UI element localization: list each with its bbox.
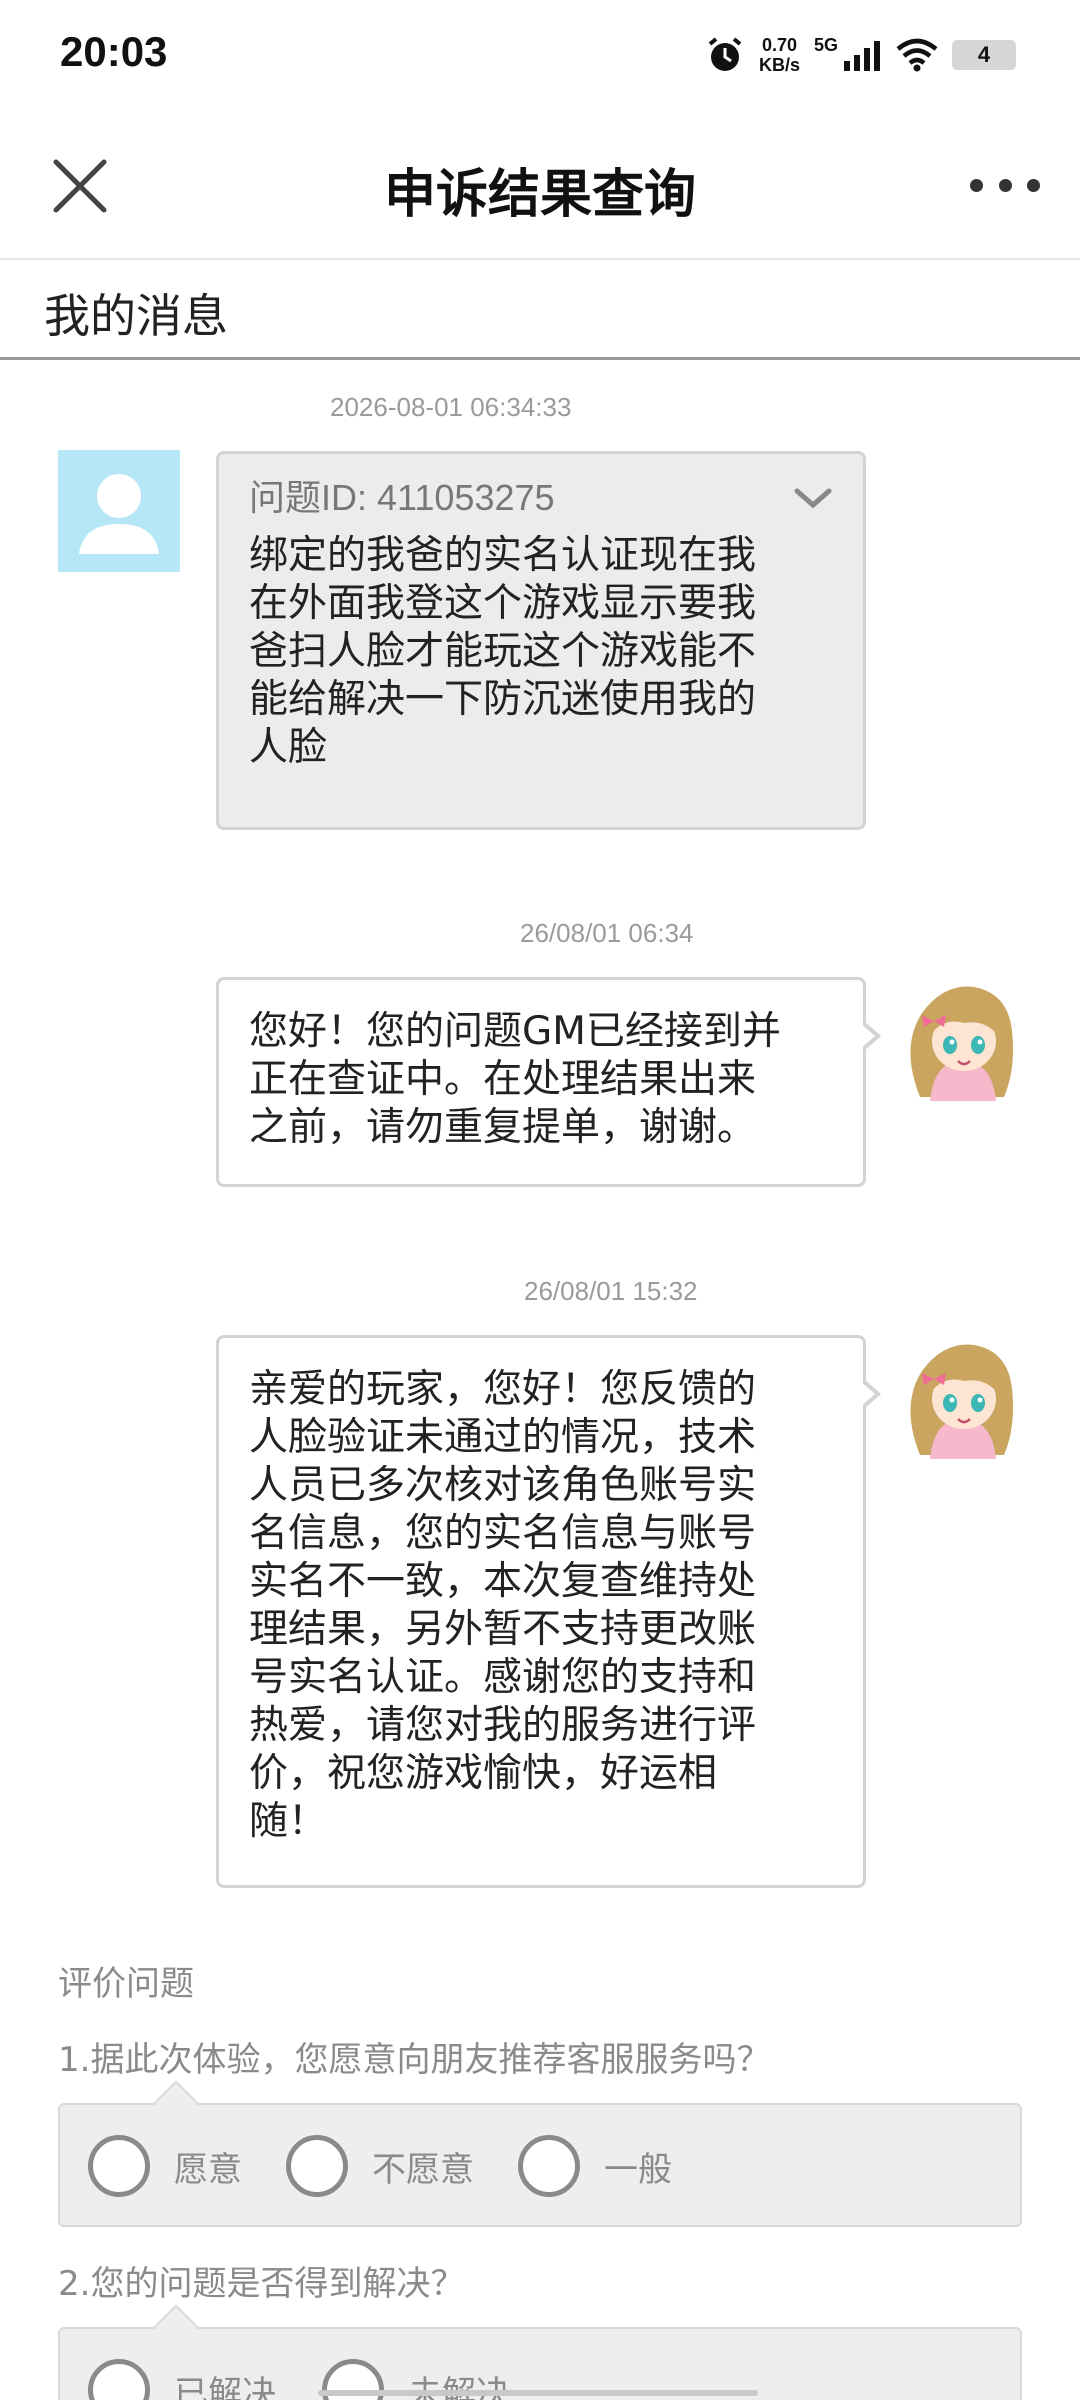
gm-message-bubble: 您好！您的问题GM已经接到并 正在查证中。在处理结果出来 之前，请勿重复提单，谢… [216, 977, 881, 1187]
question-id-row[interactable]: 问题ID: 411053275 [249, 474, 833, 522]
options-notch [153, 2080, 199, 2126]
gm-avatar [900, 977, 1024, 1101]
message-line: 实名不一致，本次复查维持处 [249, 1559, 757, 1604]
message-line: 理结果，另外暂不支持更改账 [249, 1607, 757, 1652]
user-message-bubble: 问题ID: 411053275 绑定的我爸的实名认证现在我 在外面我登这个游戏显… [216, 451, 866, 830]
net-speed-value: 0.70 [761, 35, 797, 55]
message-line: 正在查证中。在处理结果出来 [249, 1057, 757, 1102]
option-unwilling[interactable]: 不愿意 [286, 2135, 474, 2197]
message-text: 绑定的我爸的实名认证现在我 在外面我登这个游戏显示要我 爸扫人脸才能玩这个游戏能… [249, 532, 833, 772]
gm-message-bubble: 亲爱的玩家，您好！您反馈的 人脸验证未通过的情况，技术 人员已多次核对该角色账号… [216, 1335, 881, 1888]
question-id: 问题ID: 411053275 [249, 477, 555, 518]
rating-title: 评价问题 [58, 1964, 194, 2004]
message-line: 您好！您的问题GM已经接到并 [249, 1009, 781, 1054]
option-label: 一般 [604, 2149, 672, 2190]
message-line: 爸扫人脸才能玩这个游戏能不 [249, 629, 757, 674]
signal-icon [844, 41, 880, 71]
message-line: 之前，请勿重复提单，谢谢。 [249, 1105, 757, 1150]
message-line: 人员已多次核对该角色账号实 [249, 1463, 757, 1508]
page-title: 申诉结果查询 [383, 165, 696, 225]
chevron-down-icon[interactable] [793, 485, 833, 511]
message-line: 在外面我登这个游戏显示要我 [249, 581, 757, 626]
message-line: 随！ [249, 1799, 328, 1844]
radio-button[interactable] [88, 2359, 150, 2400]
app-header: 申诉结果查询 [0, 110, 1080, 260]
message-line: 人脸 [249, 725, 328, 770]
rating-question: 2.您的问题是否得到解决？ [58, 2264, 465, 2304]
radio-button[interactable] [286, 2135, 348, 2197]
option-willing[interactable]: 愿意 [88, 2135, 242, 2197]
message-timestamp: 26/08/01 15:32 [524, 1276, 698, 1306]
network-type: 5G [813, 34, 838, 55]
rating-question: 1.据此次体验，您愿意向朋友推荐客服服务吗？ [58, 2040, 771, 2080]
alarm-icon [708, 37, 742, 71]
user-avatar [58, 450, 180, 572]
radio-button[interactable] [518, 2135, 580, 2197]
rating-options-box: 愿意 不愿意 一般 [58, 2080, 1022, 2227]
bubble-tail [860, 1020, 881, 1052]
bubble-tail [860, 1378, 881, 1410]
message-line: 绑定的我爸的实名认证现在我 [249, 533, 757, 578]
message-line: 号实名认证。感谢您的支持和 [249, 1655, 757, 1700]
battery-icon: 4 [952, 40, 1016, 70]
radio-button[interactable] [88, 2135, 150, 2197]
status-icons: 0.70 KB/s 5G 4 [705, 30, 1016, 80]
status-time: 20:03 [60, 28, 168, 75]
status-bar: 20:03 0.70 KB/s 5G 4 [0, 0, 1080, 110]
option-neutral[interactable]: 一般 [518, 2135, 672, 2197]
gm-avatar [900, 1335, 1024, 1459]
messages-section-header: 我的消息 [0, 262, 1080, 360]
message-timestamp: 26/08/01 06:34 [520, 918, 694, 948]
more-icon[interactable] [970, 170, 1040, 200]
message-line: 热爱，请您对我的服务进行评 [249, 1703, 757, 1748]
message-timestamp: 2026-08-01 06:34:33 [330, 392, 572, 422]
message-line: 能给解决一下防沉迷使用我的 [249, 677, 757, 722]
message-line: 亲爱的玩家，您好！您反馈的 [249, 1367, 757, 1412]
net-speed: 0.70 KB/s [759, 35, 800, 75]
option-label: 已解决 [174, 2373, 276, 2400]
option-label: 不愿意 [372, 2149, 474, 2190]
wifi-icon [896, 38, 938, 72]
option-solved[interactable]: 已解决 [88, 2359, 276, 2400]
option-label: 愿意 [174, 2149, 242, 2190]
message-line: 人脸验证未通过的情况，技术 [249, 1415, 757, 1460]
message-line: 价，祝您游戏愉快，好运相 [249, 1751, 718, 1796]
message-line: 名信息，您的实名信息与账号 [249, 1511, 757, 1556]
options-notch [153, 2304, 199, 2350]
section-title: 我的消息 [44, 289, 228, 343]
scrollbar[interactable] [318, 2390, 758, 2396]
net-speed-unit: KB/s [758, 55, 800, 75]
